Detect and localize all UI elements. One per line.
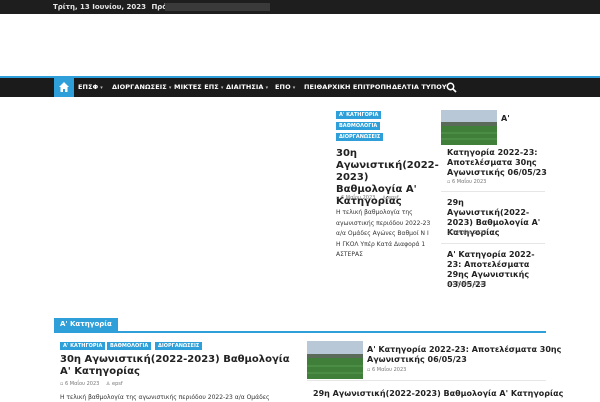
stadium-image <box>307 341 363 379</box>
nav-item-miktes-eps[interactable]: ΜΙΚΤΕΣ ΕΠΣ ▾ <box>174 83 223 91</box>
section-title[interactable]: Α' Κατηγορία <box>54 318 118 331</box>
latest-news-ticker[interactable] <box>165 3 270 11</box>
post-author[interactable]: epsf <box>388 195 399 201</box>
chevron-down-icon: ▾ <box>168 85 172 91</box>
tag-diorganoseis[interactable]: ΔΙΟΡΓΑΝΩΣΕΙΣ <box>336 133 384 141</box>
calendar-icon: ▫ <box>447 230 451 236</box>
current-date: Τρίτη, 13 Ιουνίου, 2023 <box>53 3 146 11</box>
nav-item-peitharxiki[interactable]: ΠΕΙΘΑΡΧΙΚΗ ΕΠΙΤΡΟΠΗ <box>304 83 392 91</box>
post-date[interactable]: 6 Μαΐου 2023 <box>341 195 375 201</box>
stadium-image <box>441 110 497 145</box>
section-post-title[interactable]: 30η Αγωνιστική(2022-2023) Βαθμολογία Α' … <box>60 354 300 378</box>
tag-a-katigoria[interactable]: Α' ΚΑΤΗΓΟΡΙΑ <box>336 111 382 119</box>
post-author[interactable]: epsf <box>112 381 123 387</box>
nav-item-epo[interactable]: ΕΠΟ ▾ <box>275 83 295 91</box>
divider <box>441 243 545 244</box>
tag-diorganoseis[interactable]: ΔΙΟΡΓΑΝΩΣΕΙΣ <box>155 342 203 350</box>
calendar-icon: ▫ <box>336 195 340 201</box>
nav-item-epsf[interactable]: ΕΠΣΦ ▾ <box>78 83 103 91</box>
section-side-title[interactable]: 29η Αγωνιστική(2022-2023) Βαθμολογία Α' … <box>313 389 563 399</box>
section-side-title-line[interactable]: Αγωνιστικής 06/05/23 <box>367 355 467 365</box>
side-post-thumbnail[interactable] <box>441 110 497 145</box>
divider <box>307 380 546 381</box>
featured-post-excerpt: Η τελική βαθμολογία της αγωνιστικής περι… <box>336 209 431 258</box>
tag-vathmologia[interactable]: ΒΑΘΜΟΛΟΓΙΑ <box>336 122 381 130</box>
user-icon: ♙ <box>381 195 387 201</box>
header-area <box>0 14 600 76</box>
section-post-meta: ▫ 6 Μαΐου 2023 ♙ epsf <box>60 381 123 387</box>
chevron-down-icon: ▾ <box>100 85 103 91</box>
search-icon[interactable] <box>446 82 457 93</box>
chevron-down-icon: ▾ <box>220 85 224 91</box>
tag-a-katigoria[interactable]: Α' ΚΑΤΗΓΟΡΙΑ <box>60 342 106 350</box>
featured-post-meta: ▫ 6 Μαΐου 2023 ♙ epsf <box>336 195 399 201</box>
section-side-thumbnail[interactable] <box>307 341 363 379</box>
divider <box>441 191 545 192</box>
calendar-icon: ▫ <box>60 381 64 387</box>
nav-item-deltia-typou[interactable]: ΔΕΛΤΙΑ ΤΥΠΟΥ <box>392 83 447 91</box>
side-post-date: ▫ 3 Μαΐου 2023 <box>447 281 487 287</box>
chevron-down-icon: ▾ <box>292 85 296 91</box>
top-bar: Τρίτη, 13 Ιουνίου, 2023 Πρόσφατα: <box>0 0 600 14</box>
home-icon <box>59 82 69 92</box>
section-side-title-line[interactable]: Α' Κατηγορία 2022-23: Αποτελέσματα 30ης <box>367 345 561 355</box>
nav-item-diorganoseis[interactable]: ΔΙΟΡΓΑΝΩΣΕΙΣ ▾ <box>112 83 171 91</box>
calendar-icon: ▫ <box>367 367 371 373</box>
post-date[interactable]: 6 Μαΐου 2023 <box>65 381 99 387</box>
section-side-date: ▫ 6 Μαΐου 2023 <box>367 367 407 373</box>
side-post-title-start[interactable]: Α' <box>501 114 510 124</box>
section-header: Α' Κατηγορία <box>54 318 546 333</box>
user-icon: ♙ <box>105 381 111 387</box>
side-post-date: ▫ 6 Μαΐου 2023 <box>447 179 487 185</box>
nav-item-diaitisia[interactable]: ΔΙΑΙΤΗΣΙΑ ▾ <box>226 83 268 91</box>
chevron-down-icon: ▾ <box>265 85 269 91</box>
side-post-title-rest[interactable]: Κατηγορία 2022-23: Αποτελέσματα 30ης Αγω… <box>447 148 547 178</box>
calendar-icon: ▫ <box>447 179 451 185</box>
calendar-icon: ▫ <box>447 281 451 287</box>
tag-vathmologia[interactable]: ΒΑΘΜΟΛΟΓΙΑ <box>107 342 152 350</box>
side-post-date: ▫ 3 Μαΐου 2023 <box>447 230 487 236</box>
main-nav: ΕΠΣΦ ▾ ΔΙΟΡΓΑΝΩΣΕΙΣ ▾ ΜΙΚΤΕΣ ΕΠΣ ▾ ΔΙΑΙΤΗΣΙ… <box>0 78 600 97</box>
section-post-excerpt: Η τελική βαθμολογία της αγωνιστικής περι… <box>60 394 270 401</box>
home-button[interactable] <box>54 78 74 97</box>
